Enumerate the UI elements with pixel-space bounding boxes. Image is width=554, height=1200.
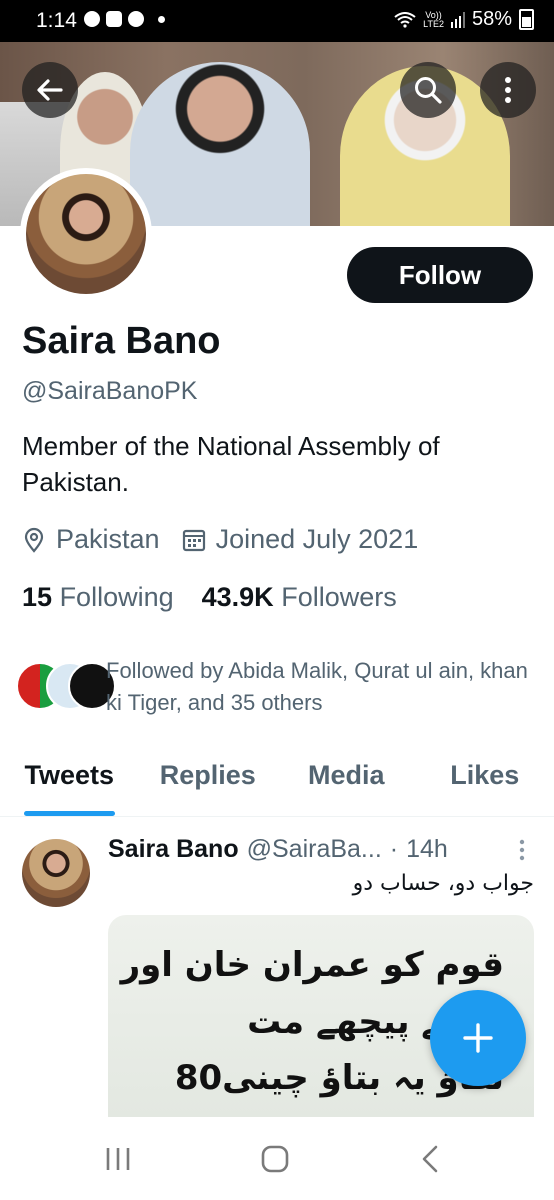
lte-label: LTE2: [423, 18, 444, 29]
recents-button[interactable]: [98, 1141, 138, 1177]
search-icon: [415, 77, 442, 104]
home-icon: [261, 1145, 289, 1173]
more-notifications-dot-icon: [158, 15, 165, 23]
system-navigation-bar: [0, 1117, 554, 1200]
follow-button[interactable]: Follow: [347, 247, 533, 303]
tab-replies[interactable]: Replies: [139, 748, 278, 816]
back-button[interactable]: [22, 62, 78, 118]
tab-media[interactable]: Media: [277, 748, 416, 816]
signal-icon: [450, 11, 465, 28]
following-label: Following: [59, 582, 174, 612]
profile-bio: Member of the National Assembly of Pakis…: [22, 431, 440, 497]
profile-tabs: Tweets Replies Media Likes: [0, 748, 554, 817]
more-options-button[interactable]: [480, 62, 536, 118]
tab-tweets[interactable]: Tweets: [0, 748, 139, 816]
followers-link[interactable]: 43.9K Followers: [202, 582, 397, 613]
profile-location: Pakistan: [22, 524, 160, 555]
wifi-icon: [394, 11, 416, 28]
system-back-button[interactable]: [410, 1141, 450, 1177]
home-button[interactable]: [255, 1141, 295, 1177]
tab-likes[interactable]: Likes: [416, 748, 554, 816]
search-button[interactable]: [400, 62, 456, 118]
app-notification-icon: [128, 11, 144, 27]
plus-icon: [463, 1023, 493, 1053]
status-bar: 1:14 Vo)) LTE2 58%: [0, 0, 554, 42]
tweet-time: 14h: [406, 835, 448, 863]
followers-count: 43.9K: [201, 582, 274, 612]
tweet-header: Saira Bano @SairaBa... · 14h: [108, 835, 448, 864]
following-count: 15: [22, 582, 53, 612]
battery-icon: [519, 9, 534, 30]
location-text: Pakistan: [56, 524, 160, 554]
profile-avatar[interactable]: [20, 168, 152, 300]
joined-text: Joined July 2021: [215, 524, 419, 554]
following-link[interactable]: 15 Following: [22, 582, 174, 613]
tweet-author-handle: @SairaBa...: [246, 835, 382, 863]
tweet-separator: ·: [389, 835, 399, 863]
recents-icon: [106, 1148, 130, 1170]
profile-meta: Pakistan Joined July 2021: [22, 524, 440, 555]
profile-joined: Joined July 2021: [182, 524, 419, 555]
compose-tweet-button[interactable]: [430, 990, 526, 1086]
notification-icons: [84, 11, 165, 27]
tweet-author-name: Saira Bano: [108, 835, 239, 863]
gallery-icon: [106, 11, 122, 27]
chevron-left-icon: [422, 1145, 438, 1173]
profile-name: Saira Bano: [22, 320, 221, 362]
arrow-left-icon: [37, 79, 63, 101]
media-text-line: قوم کو عمران خان اور: [120, 945, 504, 985]
calendar-icon: [182, 529, 205, 551]
whatsapp-icon: [84, 11, 100, 27]
network-type: Vo)) LTE2: [423, 10, 444, 29]
tweet-text: جواب دو، حساب دو: [352, 871, 534, 896]
profile-handle: @SairaBanoPK: [22, 377, 198, 405]
more-vertical-icon: [519, 839, 525, 861]
battery-percent: 58%: [471, 8, 512, 30]
follow-counts: 15 Following 43.9K Followers: [22, 582, 397, 613]
followed-by-text: Followed by Abida Malik, Qurat ul ain, k…: [106, 658, 528, 715]
location-pin-icon: [24, 527, 44, 553]
more-vertical-icon: [505, 77, 511, 103]
tweet-avatar[interactable]: [22, 839, 90, 907]
tweet-more-button[interactable]: [518, 839, 526, 866]
system-status: Vo)) LTE2 58%: [394, 8, 534, 31]
status-time: 1:14: [36, 9, 77, 32]
followers-label: Followers: [281, 582, 397, 612]
followed-by[interactable]: Followed by Abida Malik, Qurat ul ain, k…: [16, 652, 536, 722]
avatar-image: [26, 174, 146, 294]
banner-person-center: [130, 62, 310, 226]
